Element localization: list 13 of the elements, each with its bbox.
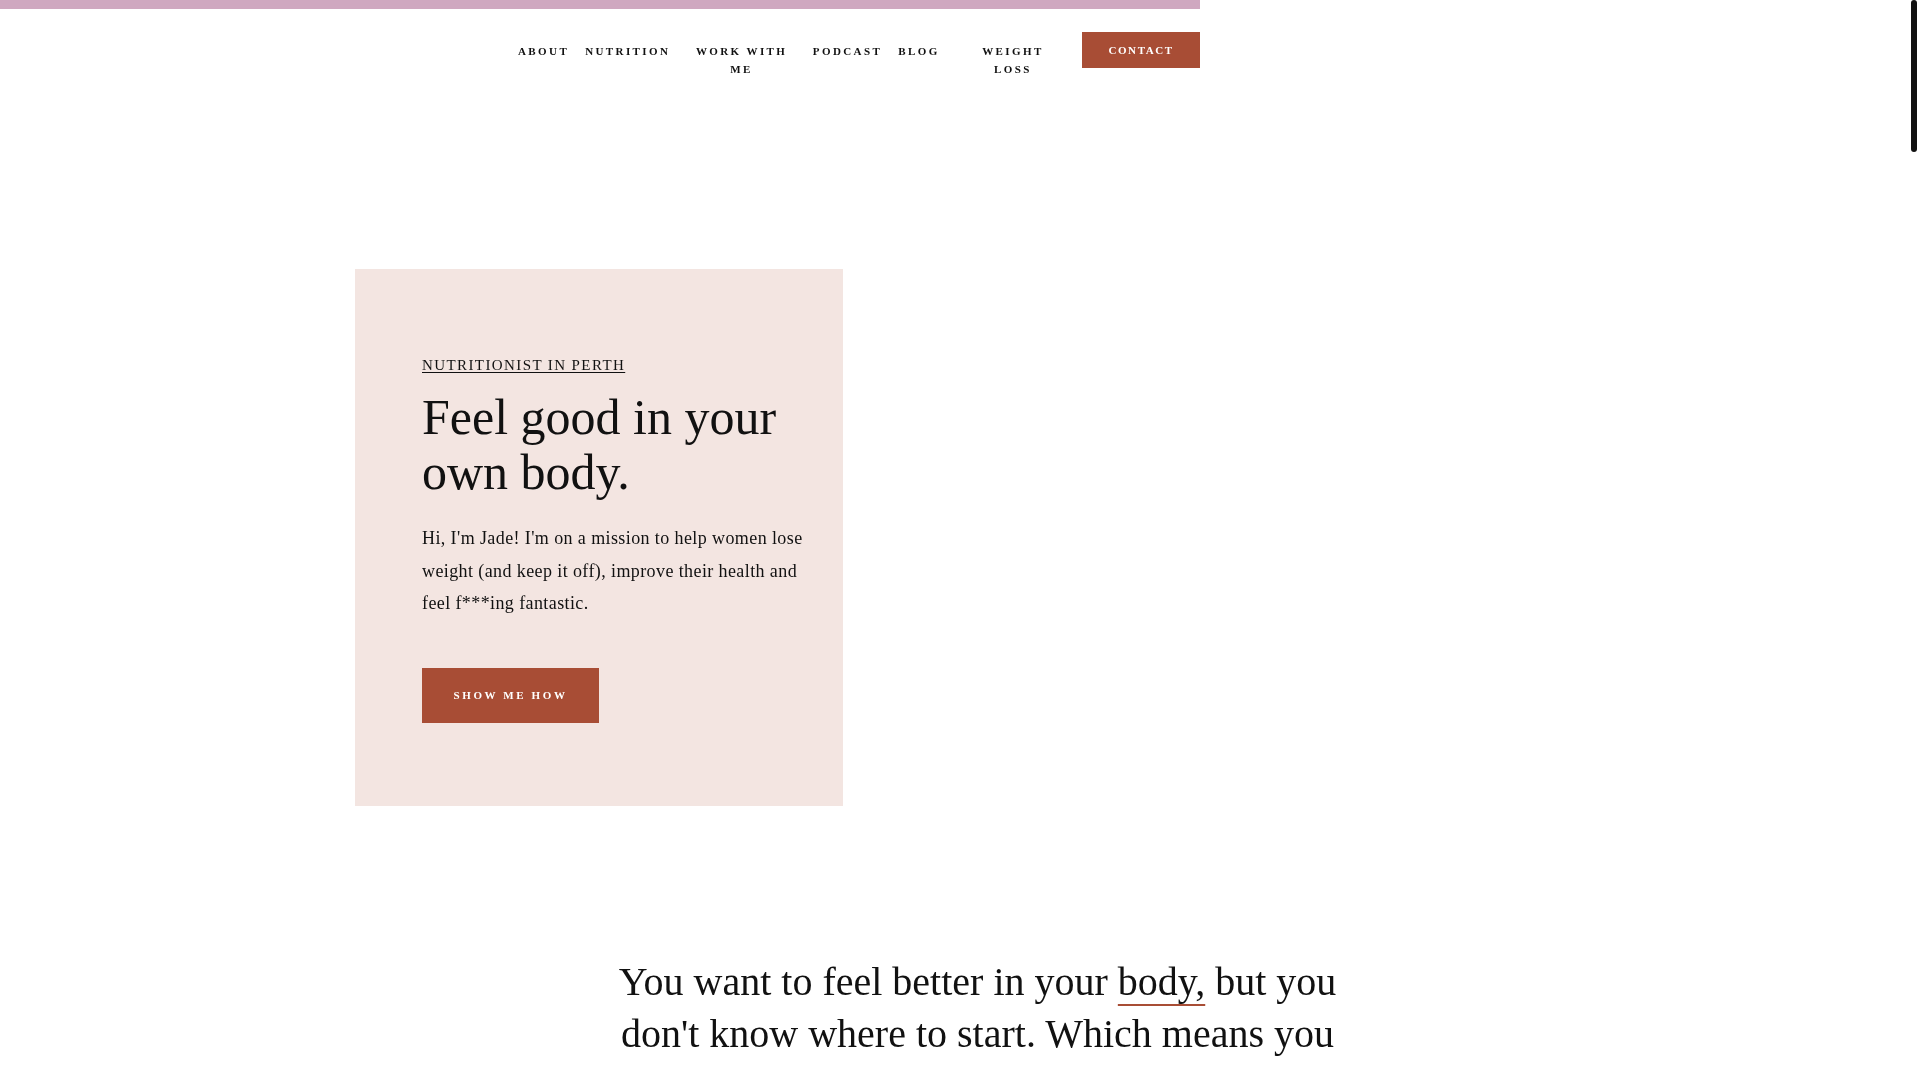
hero-heading: Feel good in your own body. bbox=[422, 390, 778, 500]
intro-paragraph: You want to feel better in your body, but you don't know where to start. Which means you bbox=[617, 958, 1338, 1058]
show-me-how-button[interactable]: SHOW ME HOW bbox=[422, 667, 599, 723]
scrollbar-thumb[interactable] bbox=[1911, 0, 1917, 152]
nav-link[interactable]: WEIGHT LOSS bbox=[969, 32, 1057, 88]
eyebrow-text: NUTRITIONIST IN PERTH bbox=[422, 357, 627, 374]
nav-link[interactable]: BLOG bbox=[890, 32, 948, 70]
contact-button[interactable]: CONTACT bbox=[1082, 32, 1200, 68]
nav-link[interactable]: NUTRITION bbox=[577, 32, 679, 70]
hero-text: Hi, I'm Jade! I'm on a mission to help women lose weight (and keep it off), improve their health and feel f***ing fantastic. bbox=[422, 527, 803, 615]
nav-link[interactable]: ABOUT bbox=[510, 32, 578, 70]
nav-link[interactable]: WORK WITH ME bbox=[678, 32, 805, 88]
nav-link[interactable]: PODCAST bbox=[804, 32, 891, 70]
